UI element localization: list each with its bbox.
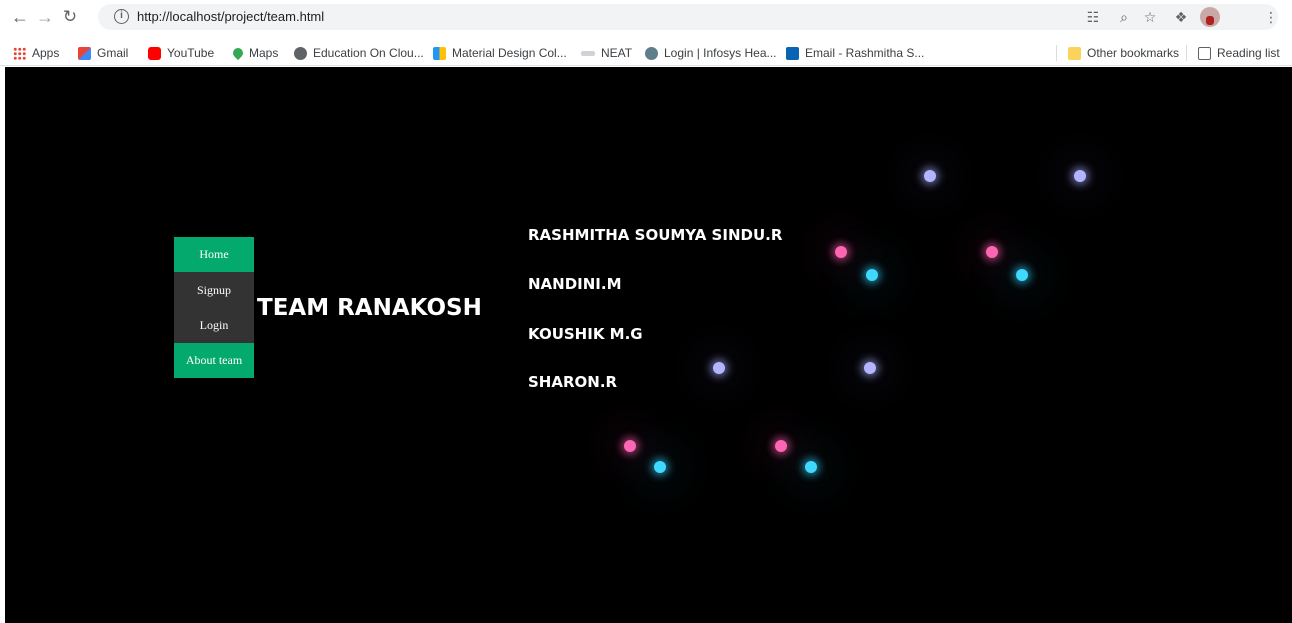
- bookmark-label: YouTube: [167, 46, 215, 60]
- glow-dot: [713, 362, 725, 374]
- translate-icon[interactable]: ☷: [1084, 8, 1102, 26]
- outlook-icon: [786, 46, 799, 60]
- bookmark-email[interactable]: Email - Rashmitha S...: [786, 44, 924, 62]
- bookmark-other[interactable]: Other bookmarks: [1068, 44, 1179, 62]
- bookmark-maps[interactable]: Maps: [230, 44, 279, 62]
- globe-icon: [294, 46, 307, 60]
- back-arrow-icon[interactable]: ←: [9, 6, 31, 28]
- glow-dot: [775, 440, 787, 452]
- zoom-icon[interactable]: ⌕: [1115, 8, 1133, 26]
- glow-dot: [1074, 170, 1086, 182]
- reading-list-icon: [1198, 46, 1211, 60]
- bookmark-label: Maps: [249, 46, 279, 60]
- nav-login[interactable]: Login: [174, 308, 254, 343]
- bookmark-apps[interactable]: Apps: [13, 44, 59, 62]
- reload-icon[interactable]: ↻: [59, 6, 81, 28]
- bookmark-youtube[interactable]: YouTube: [148, 44, 214, 62]
- bookmark-label: Other bookmarks: [1087, 46, 1180, 60]
- team-member: RASHMITHA SOUMYA SINDU.R: [528, 226, 783, 244]
- youtube-icon: [148, 46, 161, 60]
- nav-signup[interactable]: Signup: [174, 272, 254, 308]
- profile-avatar[interactable]: [1200, 7, 1220, 27]
- glow-dot: [835, 246, 847, 258]
- folder-icon: [1068, 46, 1081, 60]
- glow-dot: [866, 269, 878, 281]
- bookmark-infosys[interactable]: Login | Infosys Hea...: [645, 44, 777, 62]
- maps-icon: [230, 45, 246, 61]
- team-member: SHARON.R: [528, 373, 618, 391]
- infosys-icon: [645, 46, 658, 60]
- glow-dot: [805, 461, 817, 473]
- extensions-puzzle-icon[interactable]: ❖: [1172, 8, 1190, 26]
- glow-dot: [864, 362, 876, 374]
- bookmarks-divider: [1186, 45, 1187, 61]
- bookmark-label: Email - Rashmitha S...: [805, 46, 925, 60]
- nav-about-team[interactable]: About team: [174, 343, 254, 378]
- team-member: KOUSHIK M.G: [528, 325, 643, 343]
- bookmark-education[interactable]: Education On Clou...: [294, 44, 424, 62]
- gmail-icon: [78, 46, 91, 60]
- team-title: TEAM RANAKOSH: [257, 295, 482, 321]
- glow-dot: [624, 440, 636, 452]
- bookmarks-bar: Apps Gmail YouTube Maps Education On Clo…: [0, 40, 1292, 66]
- bookmarks-divider: [1056, 45, 1057, 61]
- glow-dot: [1016, 269, 1028, 281]
- bookmark-label: NEAT: [601, 46, 633, 60]
- browser-toolbar: ← → ↻ i http://localhost/project/team.ht…: [0, 0, 1292, 36]
- bookmark-label: Education On Clou...: [313, 46, 424, 60]
- forward-arrow-icon[interactable]: →: [34, 6, 56, 28]
- bookmark-label: Apps: [32, 46, 60, 60]
- bookmark-neat[interactable]: NEAT: [581, 44, 632, 62]
- apps-grid-icon: [13, 46, 26, 60]
- glow-dot: [654, 461, 666, 473]
- neat-icon: [581, 50, 595, 56]
- glow-dot: [924, 170, 936, 182]
- bookmark-gmail[interactable]: Gmail: [78, 44, 128, 62]
- bookmark-material-design[interactable]: Material Design Col...: [433, 44, 567, 62]
- site-info-icon[interactable]: i: [114, 9, 129, 24]
- glow-dot: [986, 246, 998, 258]
- nav-home[interactable]: Home: [174, 237, 254, 272]
- bookmark-label: Reading list: [1217, 46, 1280, 60]
- side-nav: Home Signup Login About team: [174, 237, 254, 378]
- more-menu-icon[interactable]: ⋮: [1262, 8, 1280, 26]
- bookmark-reading-list[interactable]: Reading list: [1198, 44, 1280, 62]
- bookmark-label: Gmail: [97, 46, 129, 60]
- team-member: NANDINI.M: [528, 275, 622, 293]
- bookmark-label: Login | Infosys Hea...: [664, 46, 777, 60]
- page-content: Home Signup Login About team TEAM RANAKO…: [5, 67, 1292, 623]
- bookmark-star-icon[interactable]: ☆: [1141, 8, 1159, 26]
- url-text[interactable]: http://localhost/project/team.html: [137, 9, 324, 24]
- bookmark-label: Material Design Col...: [452, 46, 567, 60]
- material-design-icon: [433, 46, 446, 60]
